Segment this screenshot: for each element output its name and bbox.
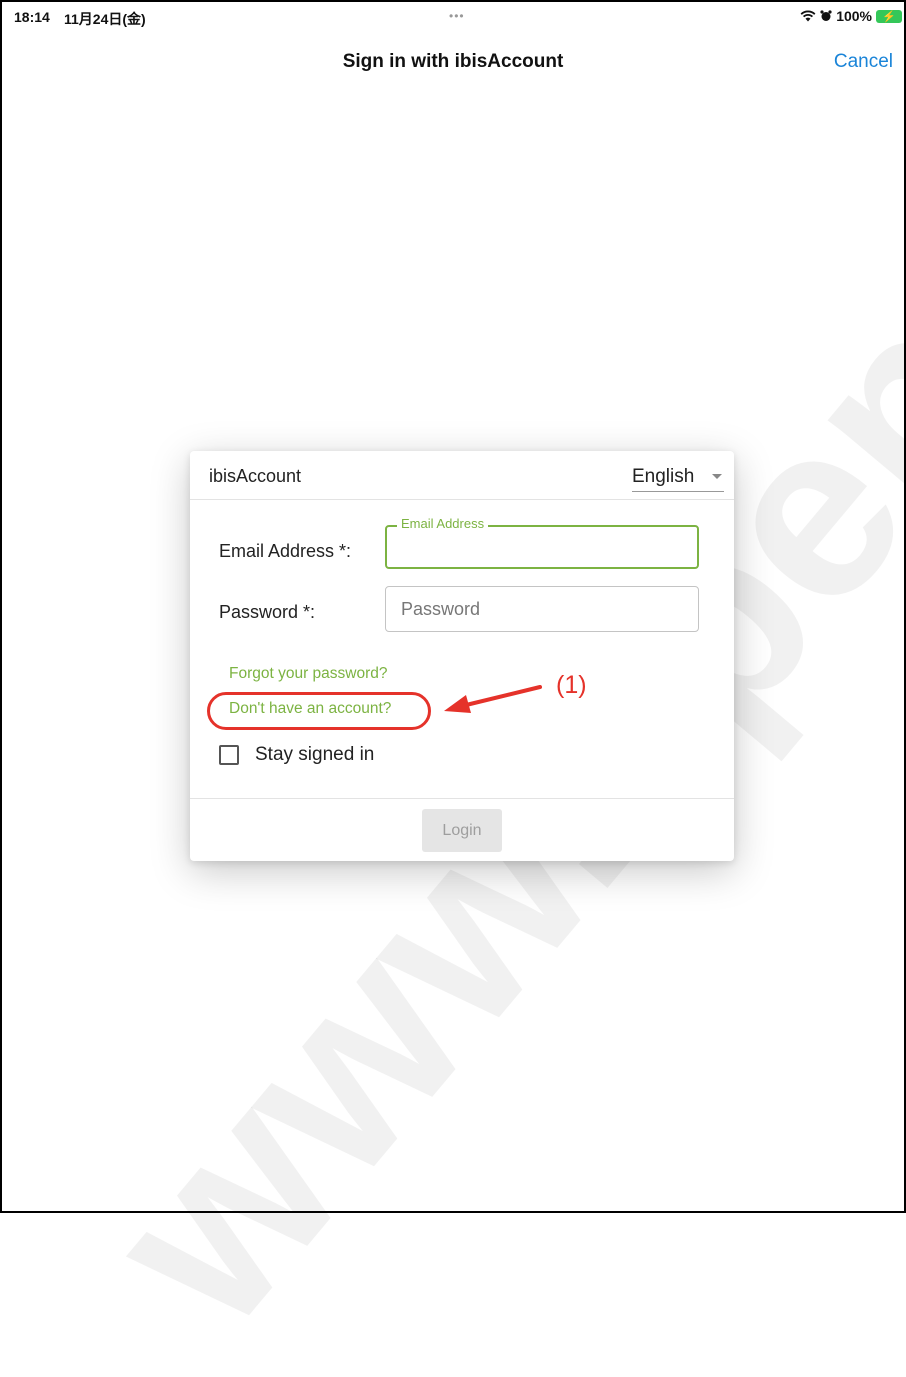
dialog-title: ibisAccount	[209, 466, 302, 486]
annotation-arrow-icon	[444, 685, 542, 713]
stay-signed-in-checkbox[interactable]	[219, 745, 239, 765]
language-select-value: English	[632, 466, 695, 487]
cancel-button[interactable]: Cancel	[834, 51, 893, 73]
annotation-highlight-oval	[207, 692, 431, 730]
battery-charging-icon: ⚡	[876, 9, 902, 23]
alarm-icon	[820, 10, 832, 22]
multitask-dots-icon[interactable]: •••	[449, 9, 465, 23]
forgot-password-link[interactable]: Forgot your password?	[229, 665, 388, 683]
nav-title: Sign in with ibisAccount	[342, 51, 564, 72]
battery-percent: 100%	[836, 8, 872, 24]
wifi-icon	[800, 10, 816, 22]
status-time: 18:14	[14, 9, 50, 25]
password-label: Password *:	[219, 602, 316, 622]
email-field-legend: Email Address	[397, 516, 489, 531]
status-date: 11月24日(金)	[64, 11, 146, 27]
dialog-header: ibisAccount English	[190, 451, 734, 500]
dialog-footer-divider	[190, 798, 734, 799]
stay-signed-in-label: Stay signed in	[255, 744, 375, 765]
email-label: Email Address *:	[219, 541, 352, 561]
status-right-group: 100% ⚡	[800, 8, 902, 24]
language-select[interactable]: English	[632, 463, 724, 492]
status-bar: 18:14 11月24日(金) ••• 100% ⚡	[0, 0, 906, 28]
stay-signed-in-row[interactable]: Stay signed in	[219, 744, 374, 766]
chevron-down-icon	[712, 474, 722, 479]
email-field[interactable]	[385, 525, 699, 569]
login-button[interactable]: Login	[422, 809, 502, 852]
login-dialog: ibisAccount English Email Address *: Ema…	[190, 451, 734, 861]
password-field[interactable]	[385, 586, 699, 632]
annotation-label: (1)	[556, 671, 587, 699]
